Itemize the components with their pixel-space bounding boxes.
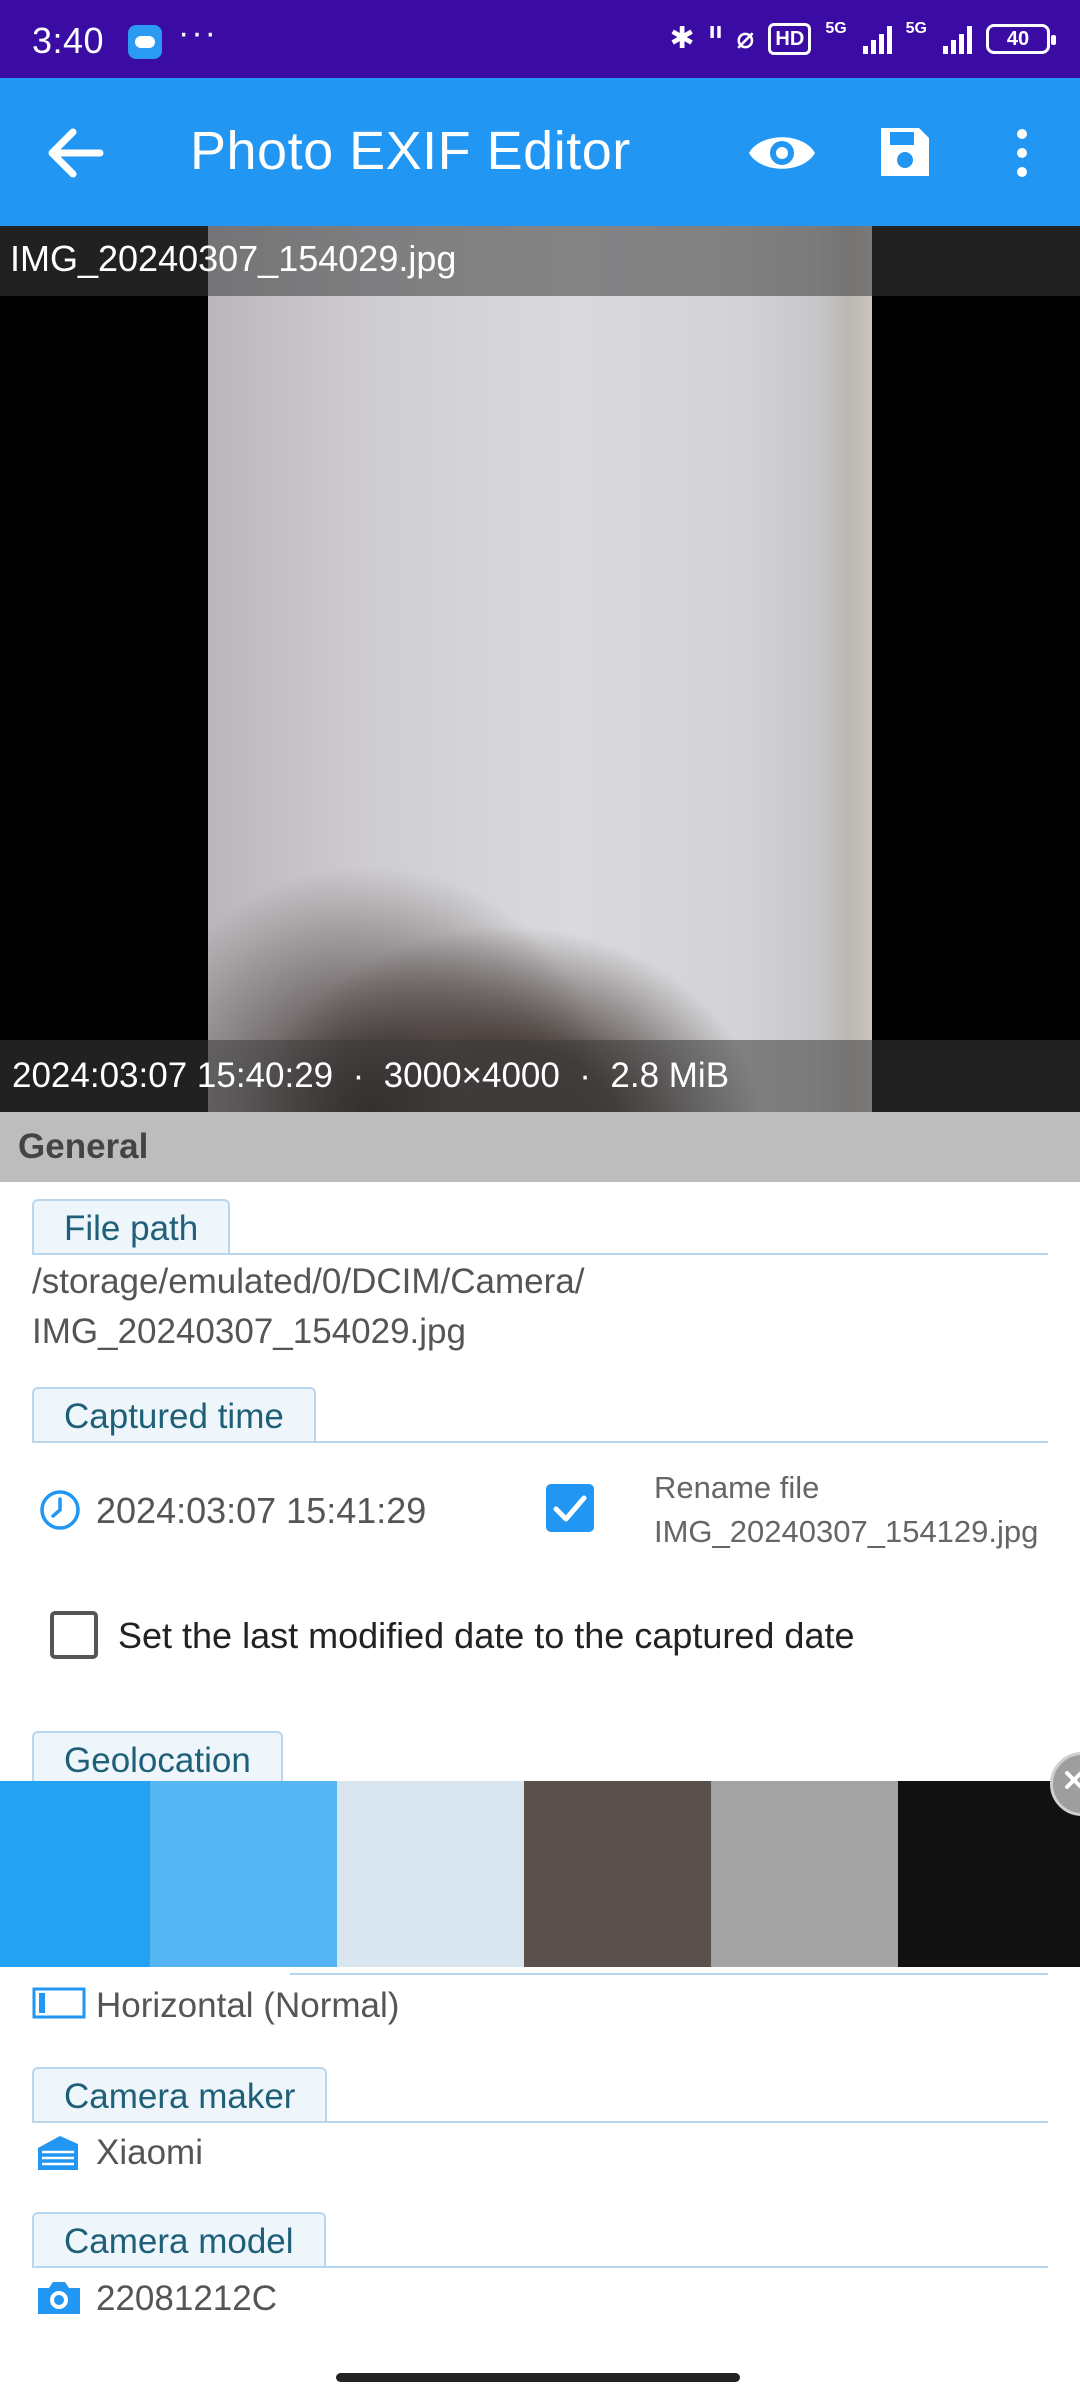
- camera-maker-label: Camera maker: [32, 2067, 328, 2123]
- palette-swatch-3[interactable]: [337, 1781, 524, 1967]
- camera-model-value[interactable]: 22081212C: [96, 2279, 277, 2319]
- building-icon: [34, 2130, 82, 2179]
- arrow-back-icon: [48, 128, 104, 178]
- status-time: 3:40: [32, 20, 105, 61]
- preview-button[interactable]: [745, 118, 819, 188]
- photo-image: [208, 226, 872, 1112]
- camera-model-label: Camera model: [32, 2212, 326, 2268]
- signal-icon: [862, 24, 892, 54]
- bluetooth-icon: ✱: [669, 22, 695, 55]
- earbuds-icon: ᑊᑊ: [708, 22, 723, 55]
- network-type-label-2: 5G: [905, 20, 927, 37]
- file-path-line2[interactable]: IMG_20240307_154029.jpg: [32, 1312, 466, 1352]
- photo-edge: [818, 226, 872, 1112]
- palette-swatch-2[interactable]: [150, 1781, 337, 1967]
- vibrate-off-icon: ⌀: [736, 22, 755, 55]
- rename-file-label: Rename file: [654, 1470, 820, 1505]
- section-title: General: [18, 1127, 149, 1166]
- cloud-icon: [128, 25, 162, 59]
- orientation-icon: [32, 1986, 86, 2025]
- palette-close-button[interactable]: [1050, 1752, 1080, 1816]
- save-icon: [881, 128, 929, 176]
- camera-maker-value[interactable]: Xiaomi: [96, 2133, 203, 2173]
- captured-time-divider: [32, 1441, 1048, 1443]
- more-vert-icon: [1017, 129, 1027, 177]
- close-icon: [1065, 1771, 1080, 1789]
- clock-icon: [38, 1488, 82, 1537]
- signal-icon-2: [943, 24, 972, 54]
- modified-date-checkbox[interactable]: [50, 1611, 98, 1659]
- file-path-label: File path: [32, 1199, 231, 1255]
- modified-date-label[interactable]: Set the last modified date to the captur…: [118, 1615, 855, 1657]
- app-bar: Photo EXIF Editor: [0, 78, 1080, 226]
- color-palette-overlay[interactable]: [0, 1781, 1080, 1967]
- photo-filename-bar: IMG_20240307_154029.jpg: [0, 226, 1080, 296]
- status-bar: 3:40 ··· ✱ ᑊᑊ ⌀ HD 5G 5G 40: [0, 0, 1080, 78]
- captured-time-label: Captured time: [32, 1387, 316, 1443]
- back-button[interactable]: [40, 118, 110, 188]
- photo-info-bar: 2024:03:07 15:40:29 · 3000×4000 · 2.8 Mi…: [0, 1040, 1080, 1112]
- camera-icon: [34, 2278, 84, 2323]
- camera-maker-divider: [32, 2121, 1048, 2123]
- orientation-value[interactable]: Horizontal (Normal): [96, 1986, 399, 2026]
- section-header-general: General: [0, 1112, 1080, 1182]
- palette-swatch-5[interactable]: [711, 1781, 898, 1967]
- home-indicator[interactable]: [336, 2373, 740, 2382]
- more-notifications-icon: ···: [178, 14, 218, 52]
- photo-info: 2024:03:07 15:40:29 · 3000×4000 · 2.8 Mi…: [12, 1056, 730, 1095]
- hd-voice-badge: HD: [768, 23, 812, 55]
- status-icons: ✱ ᑊᑊ ⌀ HD 5G 5G 40: [669, 16, 1056, 62]
- palette-swatch-4[interactable]: [524, 1781, 711, 1967]
- more-options-button[interactable]: [1000, 118, 1044, 188]
- save-button[interactable]: [875, 122, 945, 186]
- captured-time-value[interactable]: 2024:03:07 15:41:29: [96, 1490, 426, 1532]
- orientation-divider: [290, 1973, 1048, 1975]
- app-title: Photo EXIF Editor: [190, 121, 631, 181]
- photo-filename: IMG_20240307_154029.jpg: [10, 238, 457, 279]
- network-type-label: 5G: [825, 20, 847, 37]
- camera-model-divider: [32, 2266, 1048, 2268]
- geolocation-label: Geolocation: [32, 1731, 283, 1787]
- checkmark-icon: [553, 1495, 587, 1522]
- photo-preview[interactable]: IMG_20240307_154029.jpg 2024:03:07 15:40…: [0, 226, 1080, 1112]
- eye-icon: [749, 137, 815, 169]
- file-path-line1[interactable]: /storage/emulated/0/DCIM/Camera/: [32, 1262, 584, 1302]
- rename-file-checkbox[interactable]: [546, 1484, 594, 1532]
- file-path-divider: [32, 1253, 1048, 1255]
- palette-swatch-1[interactable]: [0, 1781, 150, 1967]
- rename-file-value: IMG_20240307_154129.jpg: [654, 1514, 1039, 1549]
- battery-icon: 40: [986, 24, 1056, 54]
